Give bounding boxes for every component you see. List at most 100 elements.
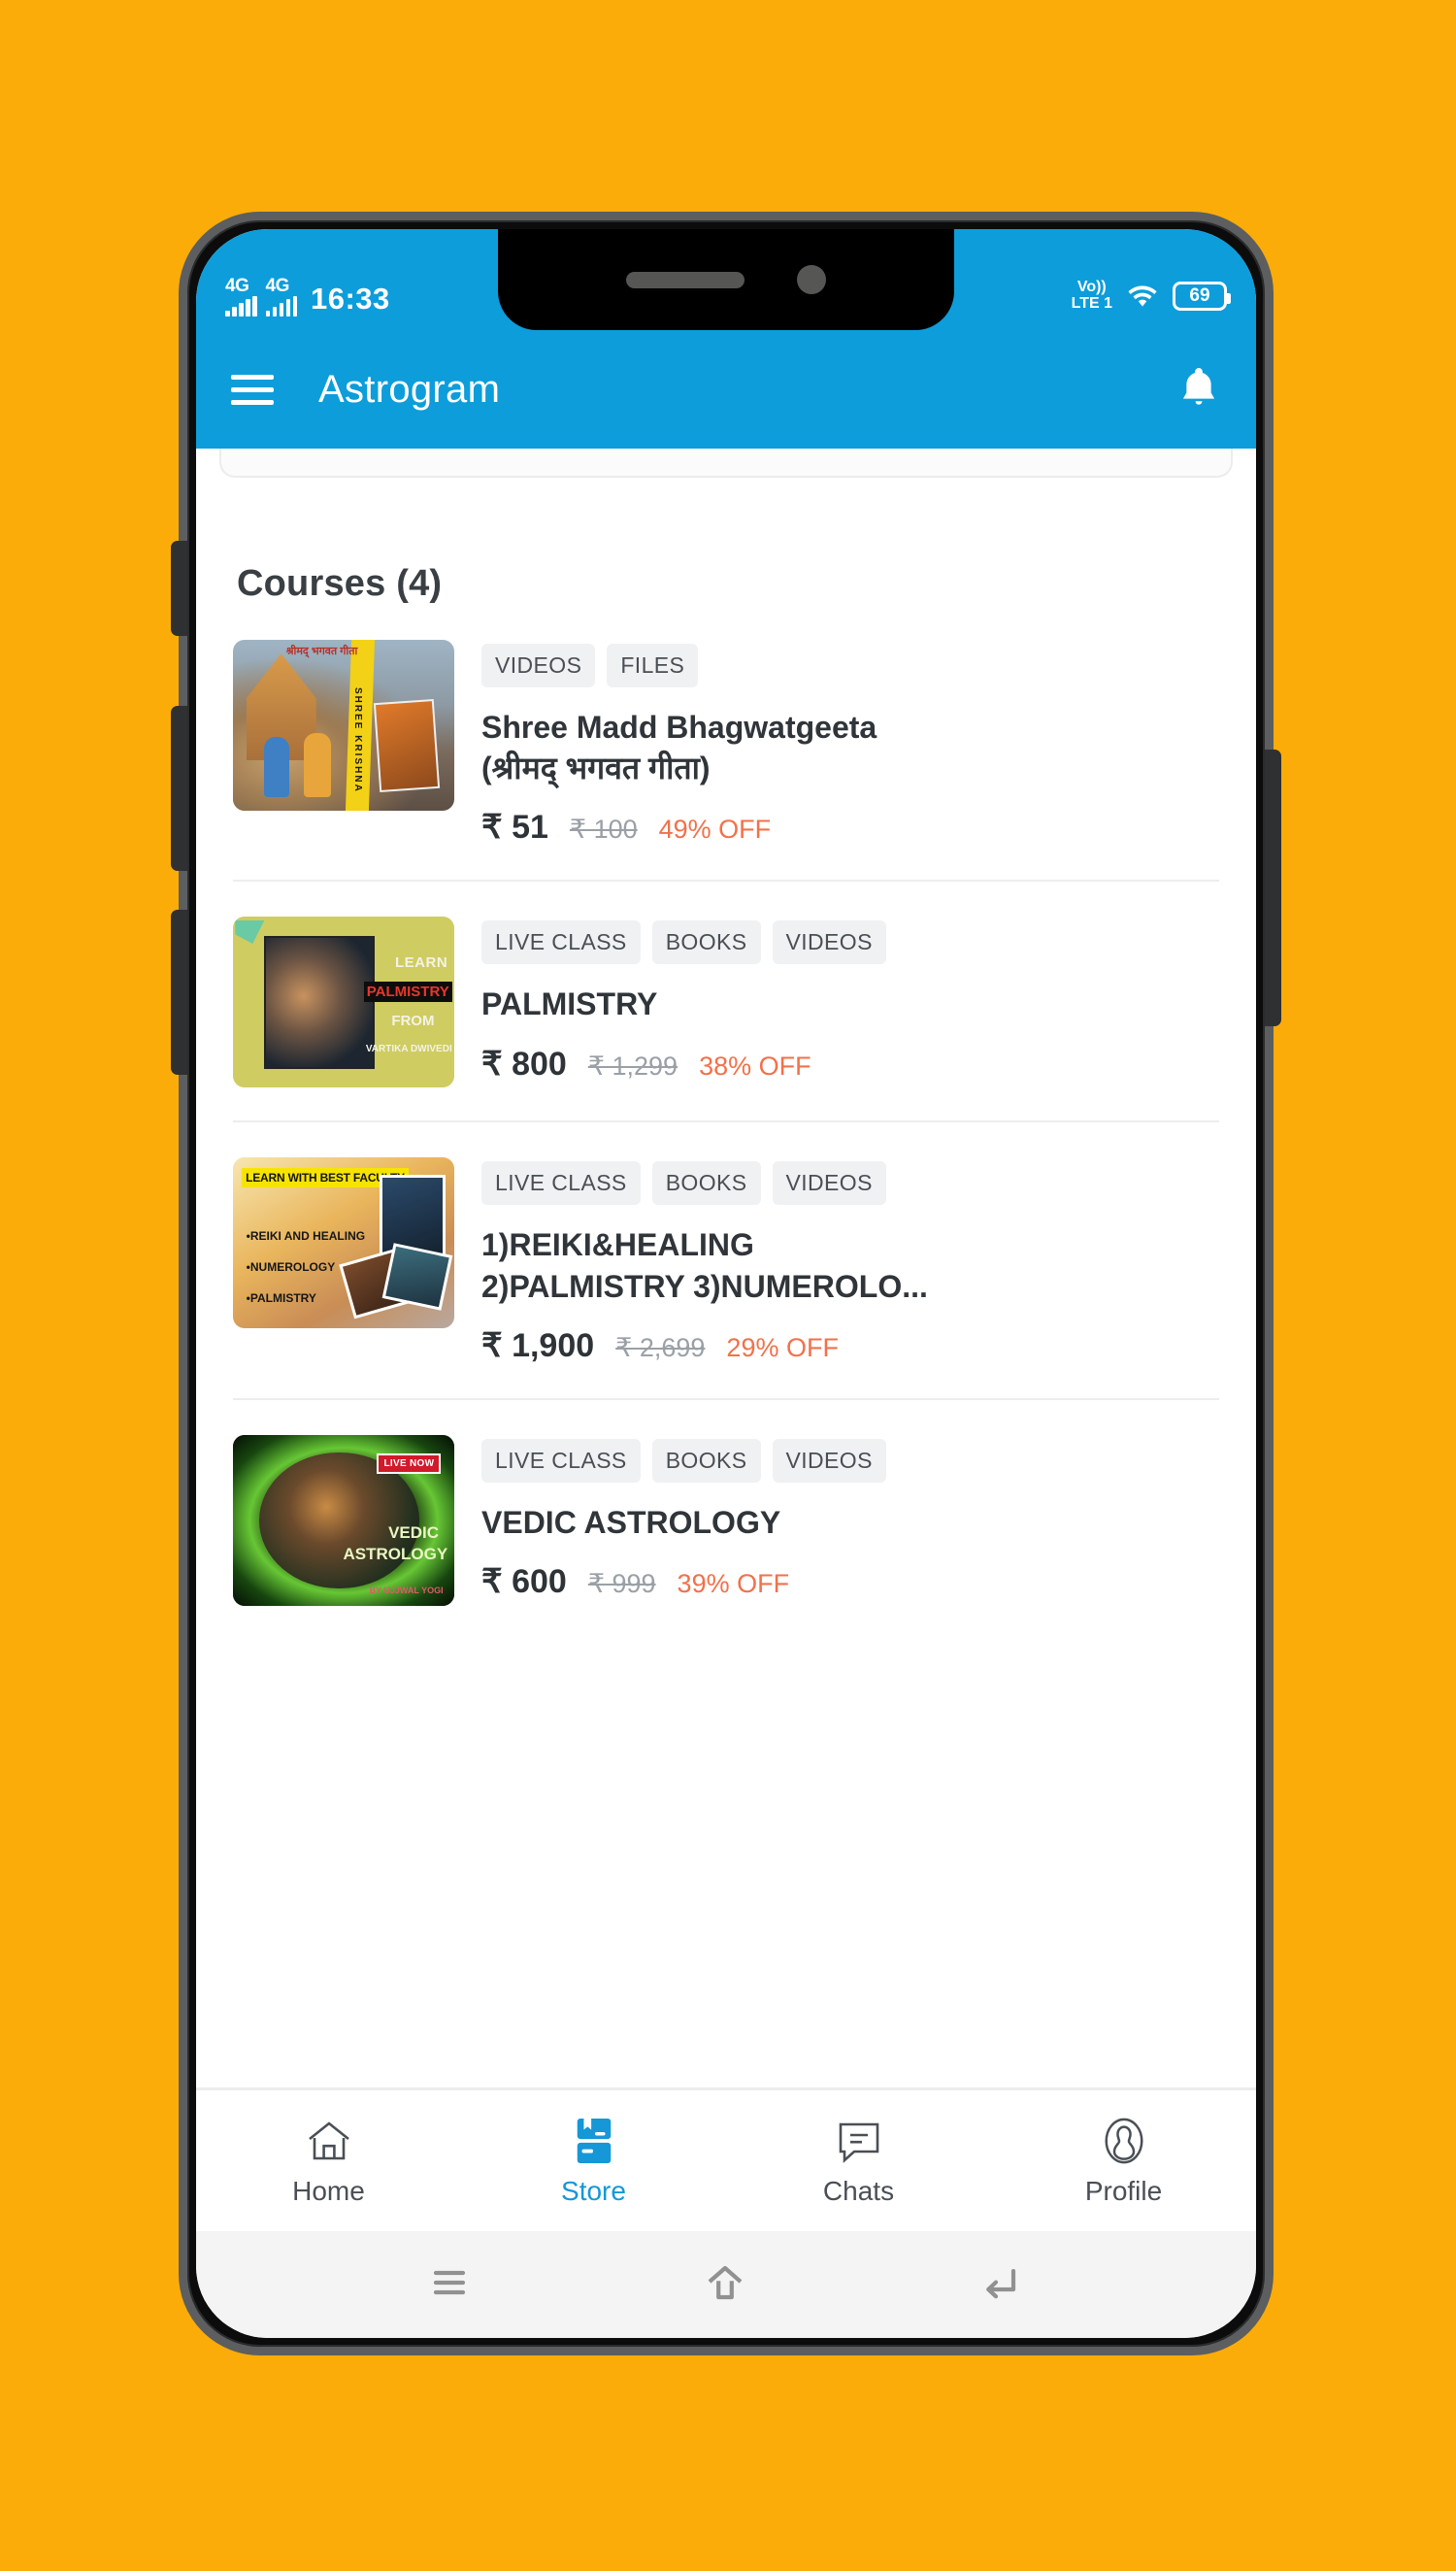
krishna-figure [263, 736, 289, 797]
course-details: LIVE CLASS BOOKS VIDEOS VEDIC ASTROLOGY … [481, 1435, 1221, 1606]
course-price: ₹ 800 [481, 1045, 567, 1083]
thumb-bullet-1: •REIKI AND HEALING [246, 1229, 366, 1244]
course-details: VIDEOS FILES Shree Madd Bhagwatgeeta (श्… [481, 640, 1221, 847]
thumb-line-4: VARTIKA DWIVEDI [365, 1043, 452, 1054]
wifi-icon [1128, 285, 1157, 307]
thumb-bullet-2: •NUMEROLOGY [246, 1260, 336, 1275]
course-tag-list: LIVE CLASS BOOKS VIDEOS [481, 1161, 1221, 1206]
course-tag[interactable]: FILES [607, 644, 699, 687]
course-tag[interactable]: BOOKS [651, 1161, 761, 1206]
phone-notch [498, 229, 954, 330]
thumb-line-3: FROM [391, 1013, 435, 1030]
course-tag[interactable]: BOOKS [651, 920, 761, 965]
palm-reading-photo [263, 935, 375, 1070]
signal-bars-sim2 [265, 296, 297, 317]
course-list-item[interactable]: LIVE NOW VEDIC ASTROLOGY BY UJJWAL YOGI … [196, 1400, 1256, 1606]
thumb-line-2: PALMISTRY [363, 982, 452, 1003]
signal-sim1: 4G [225, 277, 257, 317]
course-tag-list: LIVE CLASS BOOKS VIDEOS [481, 1438, 1221, 1483]
course-thumbnail[interactable]: LEARN WITH BEST FACULTY •REIKI AND HEALI… [233, 1157, 454, 1329]
course-tag[interactable]: LIVE CLASS [481, 1438, 641, 1483]
photo-card-3 [381, 1243, 453, 1311]
bottom-navigation: Home Store Chats Profile [196, 2087, 1256, 2231]
nav-item-profile[interactable]: Profile [991, 2116, 1256, 2207]
course-title: 1)REIKI&HEALING 2)PALMISTRY 3)NUMEROLO..… [481, 1227, 928, 1304]
reiki-numerology-palmistry-thumbnail: LEARN WITH BEST FACULTY •REIKI AND HEALI… [233, 1157, 454, 1329]
course-tag[interactable]: VIDEOS [772, 920, 886, 965]
course-list-item[interactable]: श्रीमद् भगवत गीता SHREE KRISHNA VIDEOS F… [196, 605, 1256, 847]
page-background: 4G 4G 16:33 Vo)) LTE 1 69 Astrogram Cour… [0, 0, 1456, 2571]
nav-item-store[interactable]: Store [461, 2116, 726, 2207]
phone-button-volume-down[interactable] [171, 910, 187, 1075]
page-title: Courses (4) [237, 563, 443, 604]
phone-frame: 4G 4G 16:33 Vo)) LTE 1 69 Astrogram Cour… [171, 212, 1281, 2355]
shree-krishna-bhagwatgeeta-thumbnail: श्रीमद् भगवत गीता SHREE KRISHNA [233, 640, 454, 811]
course-tag[interactable]: LIVE CLASS [481, 1161, 641, 1206]
android-home-icon[interactable] [702, 2262, 748, 2308]
course-tag[interactable]: VIDEOS [772, 1161, 886, 1206]
signal-sim2: 4G [265, 276, 297, 317]
course-tag[interactable]: LIVE CLASS [481, 920, 641, 965]
course-details: LIVE CLASS BOOKS VIDEOS 1)REIKI&HEALING … [481, 1157, 1221, 1364]
status-bar-right: Vo)) LTE 1 69 [1071, 279, 1231, 317]
phone-button-power[interactable] [1265, 750, 1281, 1026]
live-now-badge: LIVE NOW [377, 1453, 442, 1475]
arjuna-figure [303, 732, 331, 797]
course-discount: 29% OFF [726, 1332, 839, 1362]
course-price-row: ₹ 51 ₹ 100 49% OFF [481, 808, 1221, 847]
network-type-sim2: 4G [265, 276, 290, 296]
status-bar-clock: 16:33 [311, 282, 390, 316]
nav-label: Profile [1084, 2175, 1163, 2206]
android-back-icon[interactable] [979, 2262, 1024, 2308]
gita-book [373, 698, 440, 792]
course-price-row: ₹ 800 ₹ 1,299 38% OFF [481, 1045, 1221, 1084]
phone-button-volume-up[interactable] [171, 706, 187, 871]
earpiece-speaker [626, 271, 745, 288]
course-title: VEDIC ASTROLOGY [481, 1504, 781, 1540]
course-mrp: ₹ 100 [569, 815, 638, 845]
phone-button-left-top[interactable] [171, 541, 187, 636]
hamburger-menu-icon[interactable] [231, 374, 274, 405]
nav-item-chats[interactable]: Chats [726, 2116, 991, 2207]
recents-icon[interactable] [428, 2263, 471, 2307]
course-price: ₹ 51 [481, 809, 548, 847]
thumb-band-text: SHREE KRISHNA [352, 687, 364, 794]
nav-label: Store [561, 2175, 626, 2206]
thumb-line-1: VEDIC [388, 1523, 440, 1543]
profile-icon [1101, 2116, 1147, 2166]
course-title: PALMISTRY [481, 986, 658, 1022]
volte-label-bottom: LTE 1 [1071, 295, 1112, 313]
volte-label-top: Vo)) [1076, 279, 1107, 296]
status-bar-left: 4G 4G 16:33 [225, 277, 390, 317]
bell-icon[interactable] [1176, 365, 1221, 414]
battery-level: 69 [1189, 285, 1210, 307]
course-tag[interactable]: BOOKS [651, 1438, 761, 1483]
course-mrp: ₹ 2,699 [615, 1332, 706, 1362]
course-thumbnail[interactable]: LIVE NOW VEDIC ASTROLOGY BY UJJWAL YOGI [233, 1434, 454, 1606]
course-list-item[interactable]: LEARN WITH BEST FACULTY •REIKI AND HEALI… [196, 1122, 1256, 1364]
course-price: ₹ 600 [481, 1563, 567, 1601]
thumb-line-1: LEARN [395, 954, 448, 972]
photo-card-1 [379, 1175, 446, 1259]
course-title: Shree Madd Bhagwatgeeta (श्रीमद् भगवत गी… [481, 710, 877, 786]
course-discount: 39% OFF [677, 1569, 790, 1599]
battery-indicator: 69 [1173, 282, 1231, 312]
palmistry-course-thumbnail: LEARN PALMISTRY FROM VARTIKA DWIVEDI [233, 917, 454, 1088]
course-thumbnail[interactable]: LEARN PALMISTRY FROM VARTIKA DWIVEDI [233, 917, 454, 1088]
network-type-sim1: 4G [225, 276, 249, 296]
course-discount: 49% OFF [658, 815, 772, 845]
thumb-bullet-3: •PALMISTRY [246, 1290, 316, 1305]
nav-item-home[interactable]: Home [196, 2116, 461, 2207]
course-discount: 38% OFF [699, 1051, 811, 1081]
status-bar: 4G 4G 16:33 Vo)) LTE 1 69 [196, 229, 1256, 330]
course-thumbnail[interactable]: श्रीमद् भगवत गीता SHREE KRISHNA [233, 640, 454, 811]
course-mrp: ₹ 1,299 [587, 1051, 678, 1081]
app-title: Astrogram [318, 367, 501, 411]
app-bar: Astrogram [196, 330, 1256, 449]
course-tag[interactable]: VIDEOS [481, 644, 596, 687]
course-tag-list: LIVE CLASS BOOKS VIDEOS [481, 920, 1221, 965]
course-mrp: ₹ 999 [587, 1569, 656, 1599]
course-list-item[interactable]: LEARN PALMISTRY FROM VARTIKA DWIVEDI LIV… [196, 882, 1256, 1088]
course-tag[interactable]: VIDEOS [772, 1438, 886, 1483]
search-card-partial[interactable] [219, 449, 1233, 478]
